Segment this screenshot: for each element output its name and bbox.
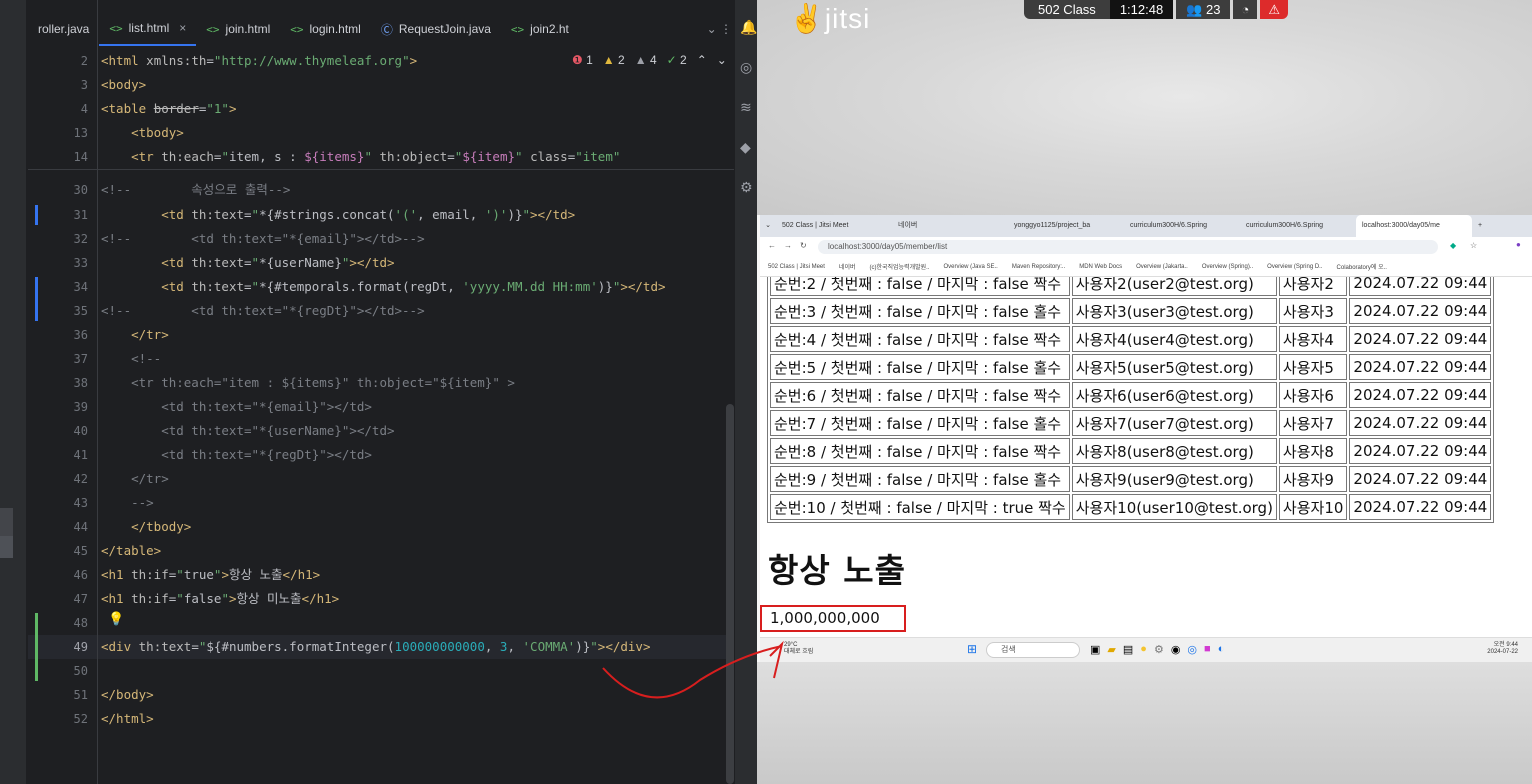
annotation-arrow <box>602 640 784 699</box>
arrow-path <box>602 645 783 699</box>
